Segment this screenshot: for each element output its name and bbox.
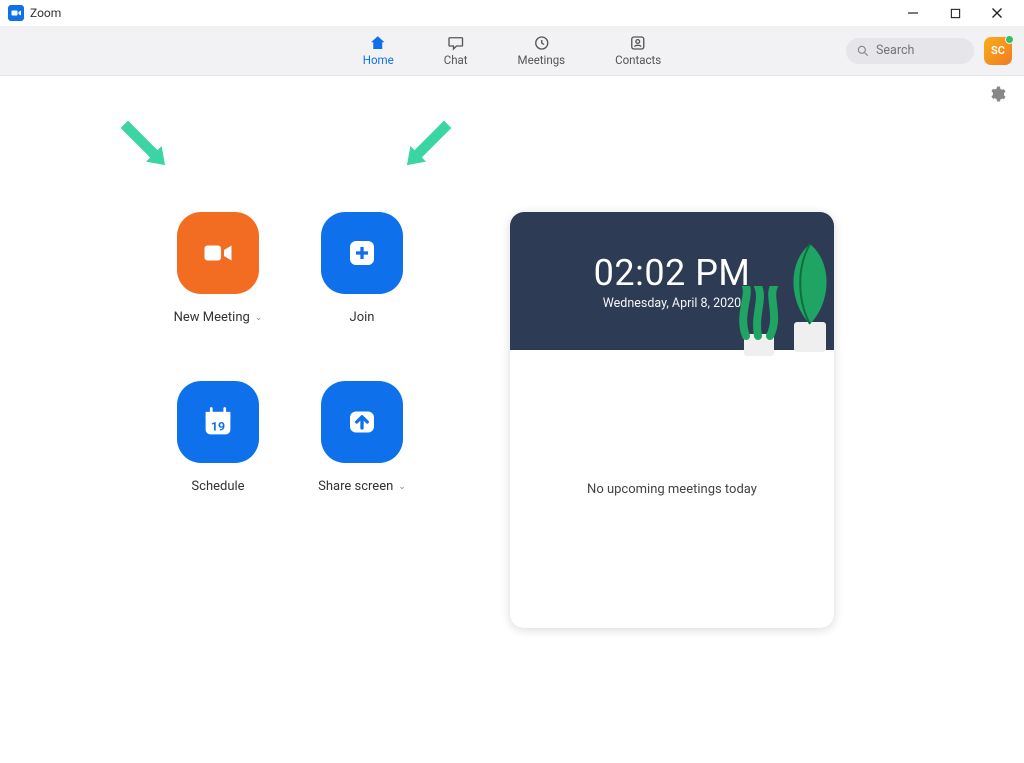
share-screen-label: Share screen ⌄ — [318, 479, 406, 494]
search-icon — [856, 44, 870, 58]
tutorial-arrow-icon — [400, 120, 452, 172]
window-maximize-button[interactable] — [934, 0, 976, 26]
calendar-icon: 19 — [177, 381, 259, 463]
panel-body: No upcoming meetings today — [510, 350, 834, 628]
window-close-button[interactable] — [976, 0, 1018, 26]
share-up-icon — [321, 381, 403, 463]
app-title: Zoom — [30, 6, 61, 20]
avatar-initials: SC — [991, 44, 1005, 57]
panel-hero: 02:02 PM Wednesday, April 8, 2020 — [510, 212, 834, 350]
plus-icon — [321, 212, 403, 294]
window-minimize-button[interactable] — [892, 0, 934, 26]
schedule-button[interactable]: 19 Schedule — [148, 381, 288, 494]
main-content: New Meeting ⌄ Join 19 Schedule — [0, 112, 1024, 628]
window-titlebar: Zoom — [0, 0, 1024, 26]
tab-chat[interactable]: Chat — [444, 34, 468, 67]
search-field[interactable] — [876, 43, 956, 58]
tab-meetings-label: Meetings — [518, 53, 566, 67]
home-icon — [369, 34, 387, 52]
tab-home[interactable]: Home — [363, 34, 394, 67]
video-icon — [177, 212, 259, 294]
chat-icon — [447, 34, 465, 52]
contacts-icon — [629, 34, 647, 52]
share-screen-button[interactable]: Share screen ⌄ — [292, 381, 432, 494]
new-meeting-button[interactable]: New Meeting ⌄ — [148, 212, 288, 325]
svg-text:19: 19 — [211, 420, 225, 434]
search-input[interactable] — [846, 38, 974, 64]
schedule-label: Schedule — [191, 479, 244, 494]
join-label: Join — [350, 310, 375, 325]
clock-date: Wednesday, April 8, 2020 — [603, 296, 741, 311]
chevron-down-icon[interactable]: ⌄ — [255, 313, 263, 323]
actions-area: New Meeting ⌄ Join 19 Schedule — [60, 112, 500, 628]
tab-meetings[interactable]: Meetings — [518, 34, 566, 67]
app-logo-icon — [8, 5, 24, 21]
tab-chat-label: Chat — [444, 53, 468, 67]
top-nav: Home Chat Meetings Contacts SC — [0, 26, 1024, 76]
chevron-down-icon[interactable]: ⌄ — [398, 482, 406, 492]
upcoming-panel: 02:02 PM Wednesday, April 8, 2020 No upc… — [510, 212, 834, 628]
avatar[interactable]: SC — [984, 37, 1012, 65]
sub-toolbar — [0, 76, 1024, 112]
gear-icon[interactable] — [988, 85, 1006, 103]
new-meeting-label: New Meeting ⌄ — [174, 310, 263, 325]
tab-contacts-label: Contacts — [615, 53, 661, 67]
clock-icon — [532, 34, 550, 52]
tab-contacts[interactable]: Contacts — [615, 34, 661, 67]
tutorial-arrow-icon — [120, 120, 172, 172]
join-button[interactable]: Join — [292, 212, 432, 325]
clock-time: 02:02 PM — [594, 252, 751, 294]
tab-home-label: Home — [363, 53, 394, 67]
no-meetings-text: No upcoming meetings today — [587, 482, 757, 497]
plant-decoration-icon — [734, 286, 788, 358]
presence-indicator-icon — [1005, 35, 1014, 44]
